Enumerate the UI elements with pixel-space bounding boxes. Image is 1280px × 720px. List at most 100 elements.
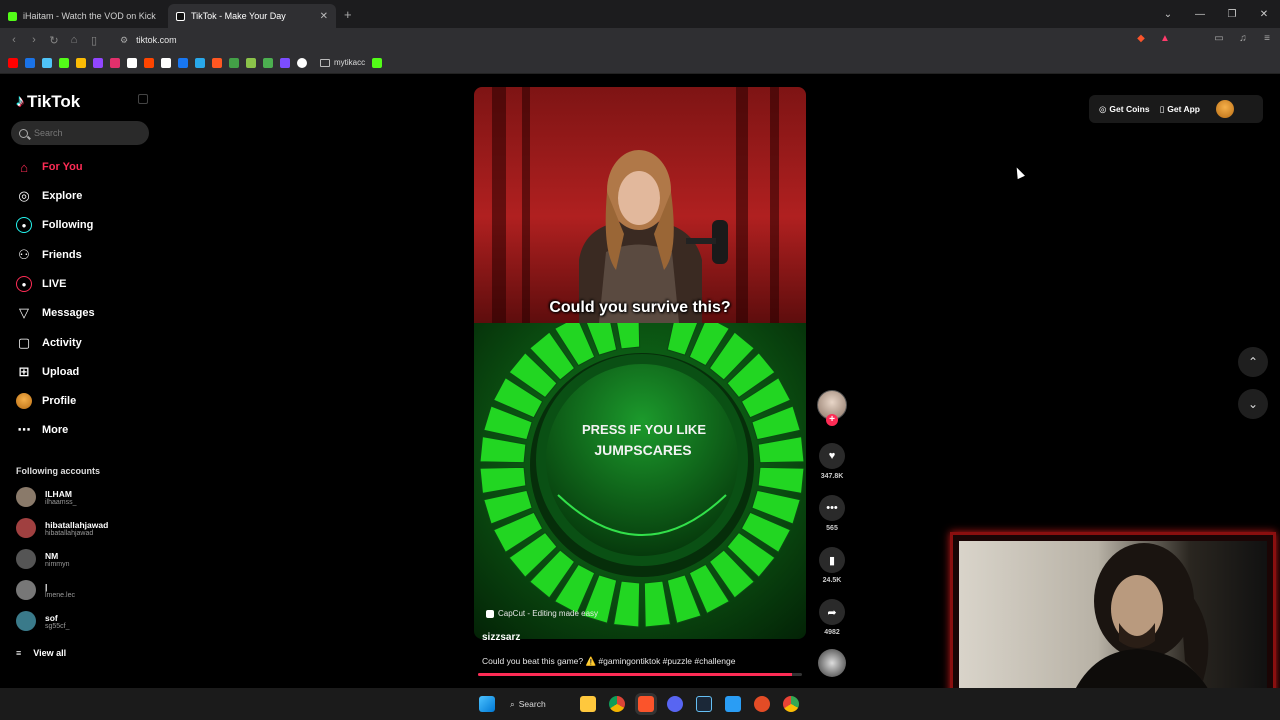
- file-explorer-icon[interactable]: [580, 696, 596, 712]
- nav-explore[interactable]: ◎ Explore: [16, 188, 82, 204]
- nav-more[interactable]: ⋯ More: [16, 422, 69, 438]
- wheel-segment: [479, 435, 527, 464]
- like-action[interactable]: ♥ 347.8K: [819, 443, 845, 480]
- following-account[interactable]: hibatallahjawad hibatallahjawad: [16, 518, 108, 538]
- share-action[interactable]: ➦ 4982: [819, 599, 845, 636]
- bookmark-twitch-icon[interactable]: [93, 57, 103, 68]
- tab-kick[interactable]: iHaitam - Watch the VOD on Kick: [0, 4, 168, 28]
- following-accounts-title: Following accounts: [16, 466, 101, 476]
- home-icon[interactable]: ⌂: [64, 34, 84, 46]
- user-avatar[interactable]: [1216, 100, 1235, 118]
- close-tab-icon[interactable]: ✕: [320, 11, 328, 22]
- bookmark-folder[interactable]: mytikacc: [320, 58, 365, 67]
- follow-plus-icon[interactable]: +: [826, 414, 838, 426]
- taskbar-search[interactable]: ⌕ Search: [510, 695, 546, 713]
- nav-friends[interactable]: ⚇ Friends: [16, 247, 82, 263]
- previous-video-button[interactable]: ⌃: [1238, 347, 1268, 377]
- brave-shield-icon[interactable]: ◆: [1134, 33, 1148, 47]
- search-icon: ⌕: [510, 698, 515, 709]
- windows-taskbar: ⌕ Search: [0, 688, 1280, 720]
- nav-activity[interactable]: ▢ Activity: [16, 335, 82, 351]
- webcam-feed: [959, 541, 1267, 703]
- following-account[interactable]: sof sg55cf_: [16, 611, 70, 631]
- minimize-icon[interactable]: —: [1184, 9, 1216, 20]
- media-icon[interactable]: ♫: [1236, 33, 1250, 47]
- bookmark-globe-icon[interactable]: [297, 57, 307, 68]
- sidebar-icon[interactable]: ▭: [1212, 33, 1226, 47]
- tab-search-icon[interactable]: ⌄: [1152, 9, 1184, 20]
- bookmark-icon[interactable]: [76, 57, 86, 68]
- nav-following[interactable]: ● Following: [16, 217, 93, 233]
- nav-profile[interactable]: Profile: [16, 393, 76, 409]
- save-action[interactable]: ▮ 24.5K: [819, 547, 845, 584]
- music-disc-icon[interactable]: [818, 649, 846, 677]
- bookmark-instagram-icon[interactable]: [110, 57, 120, 68]
- bookmark-signal-icon[interactable]: [372, 57, 383, 68]
- bookmark-x-icon[interactable]: [161, 57, 171, 68]
- comment-icon[interactable]: •••: [819, 495, 845, 521]
- next-video-button[interactable]: ⌄: [1238, 389, 1268, 419]
- bookmark-icon[interactable]: [280, 57, 290, 68]
- nav-for-you[interactable]: ⌂ For You: [16, 159, 82, 175]
- bookmark-tiktok-icon[interactable]: [127, 57, 137, 68]
- bookmark-icon[interactable]: [229, 57, 239, 68]
- site-info-icon[interactable]: ⚙: [120, 35, 128, 46]
- bookmark-icon[interactable]: [144, 57, 154, 68]
- view-all-link[interactable]: ≡ View all: [16, 648, 66, 658]
- close-window-icon[interactable]: ✕: [1248, 9, 1280, 20]
- bookmark-icon[interactable]: [25, 57, 35, 68]
- bookmark-kick-icon[interactable]: [59, 57, 69, 68]
- bookmark-icon[interactable]: [246, 57, 256, 68]
- brave-rewards-icon[interactable]: ▲: [1158, 33, 1172, 47]
- app-icon[interactable]: [754, 696, 770, 712]
- url-field[interactable]: ⚙ tiktok.com: [120, 35, 177, 46]
- windows-start-icon[interactable]: [479, 696, 495, 712]
- bookmark-youtube-icon[interactable]: [8, 57, 18, 68]
- comment-action[interactable]: ••• 565: [819, 495, 845, 532]
- back-icon[interactable]: ‹: [4, 34, 24, 46]
- video-author[interactable]: sizzsarz: [482, 632, 520, 643]
- bookmark-icon[interactable]: [263, 57, 273, 68]
- following-account[interactable]: | lmene.lec: [16, 580, 75, 600]
- address-bar: ‹ › ↻ ⌂ ▯ ⚙ tiktok.com ◆ ▲ ▭ ♫ ≡: [0, 28, 1280, 52]
- maximize-icon[interactable]: ❐: [1216, 9, 1248, 20]
- get-app-button[interactable]: ▯ Get App: [1160, 104, 1200, 115]
- window-controls: ⌄ — ❐ ✕: [1152, 0, 1280, 28]
- tiktok-logo[interactable]: ♪ TikTok: [16, 92, 80, 112]
- bookmark-icon[interactable]: [42, 57, 52, 68]
- chrome-icon[interactable]: [609, 696, 625, 712]
- logo-text: TikTok: [27, 92, 81, 111]
- discord-icon[interactable]: [667, 696, 683, 712]
- home-icon: ⌂: [20, 159, 28, 175]
- app-icon[interactable]: [725, 696, 741, 712]
- reload-icon[interactable]: ↻: [44, 34, 64, 47]
- url-text: tiktok.com: [136, 35, 177, 45]
- nav-upload[interactable]: ⊞ Upload: [16, 364, 80, 380]
- brave-icon[interactable]: [638, 696, 654, 712]
- kick-favicon-icon: [8, 11, 17, 21]
- new-tab-button[interactable]: +: [344, 7, 352, 22]
- nav-live[interactable]: ● LIVE: [16, 276, 66, 292]
- bookmark-icon[interactable]: ▯: [84, 34, 104, 47]
- video-progress-bar[interactable]: [478, 673, 802, 676]
- search-input[interactable]: Search: [11, 121, 149, 145]
- tab-tiktok[interactable]: TikTok - Make Your Day ✕: [168, 4, 336, 28]
- chrome-profile-icon[interactable]: [783, 696, 799, 712]
- menu-icon[interactable]: ≡: [1260, 33, 1274, 47]
- following-account[interactable]: ILHAM ilhaamss_: [16, 487, 77, 507]
- bookmark-facebook-icon[interactable]: [178, 57, 188, 68]
- video-player[interactable]: Could you survive this? PRESS IF YOU LIK…: [474, 87, 806, 639]
- steam-icon[interactable]: [696, 696, 712, 712]
- bookmark-icon[interactable]: ▮: [819, 547, 845, 573]
- forward-icon[interactable]: ›: [24, 34, 44, 46]
- following-account[interactable]: NM nimmyn: [16, 549, 70, 569]
- account-handle: ilhaamss_: [45, 498, 77, 506]
- bookmark-icon[interactable]: [212, 57, 222, 68]
- nav-messages[interactable]: ▽ Messages: [16, 305, 95, 321]
- bookmark-telegram-icon[interactable]: [195, 57, 205, 68]
- tab-title: iHaitam - Watch the VOD on Kick: [23, 11, 156, 21]
- heart-icon[interactable]: ♥: [819, 443, 845, 469]
- get-coins-button[interactable]: ◎ Get Coins: [1099, 104, 1150, 115]
- collapse-sidebar-icon[interactable]: [138, 94, 148, 104]
- share-icon[interactable]: ➦: [819, 599, 845, 625]
